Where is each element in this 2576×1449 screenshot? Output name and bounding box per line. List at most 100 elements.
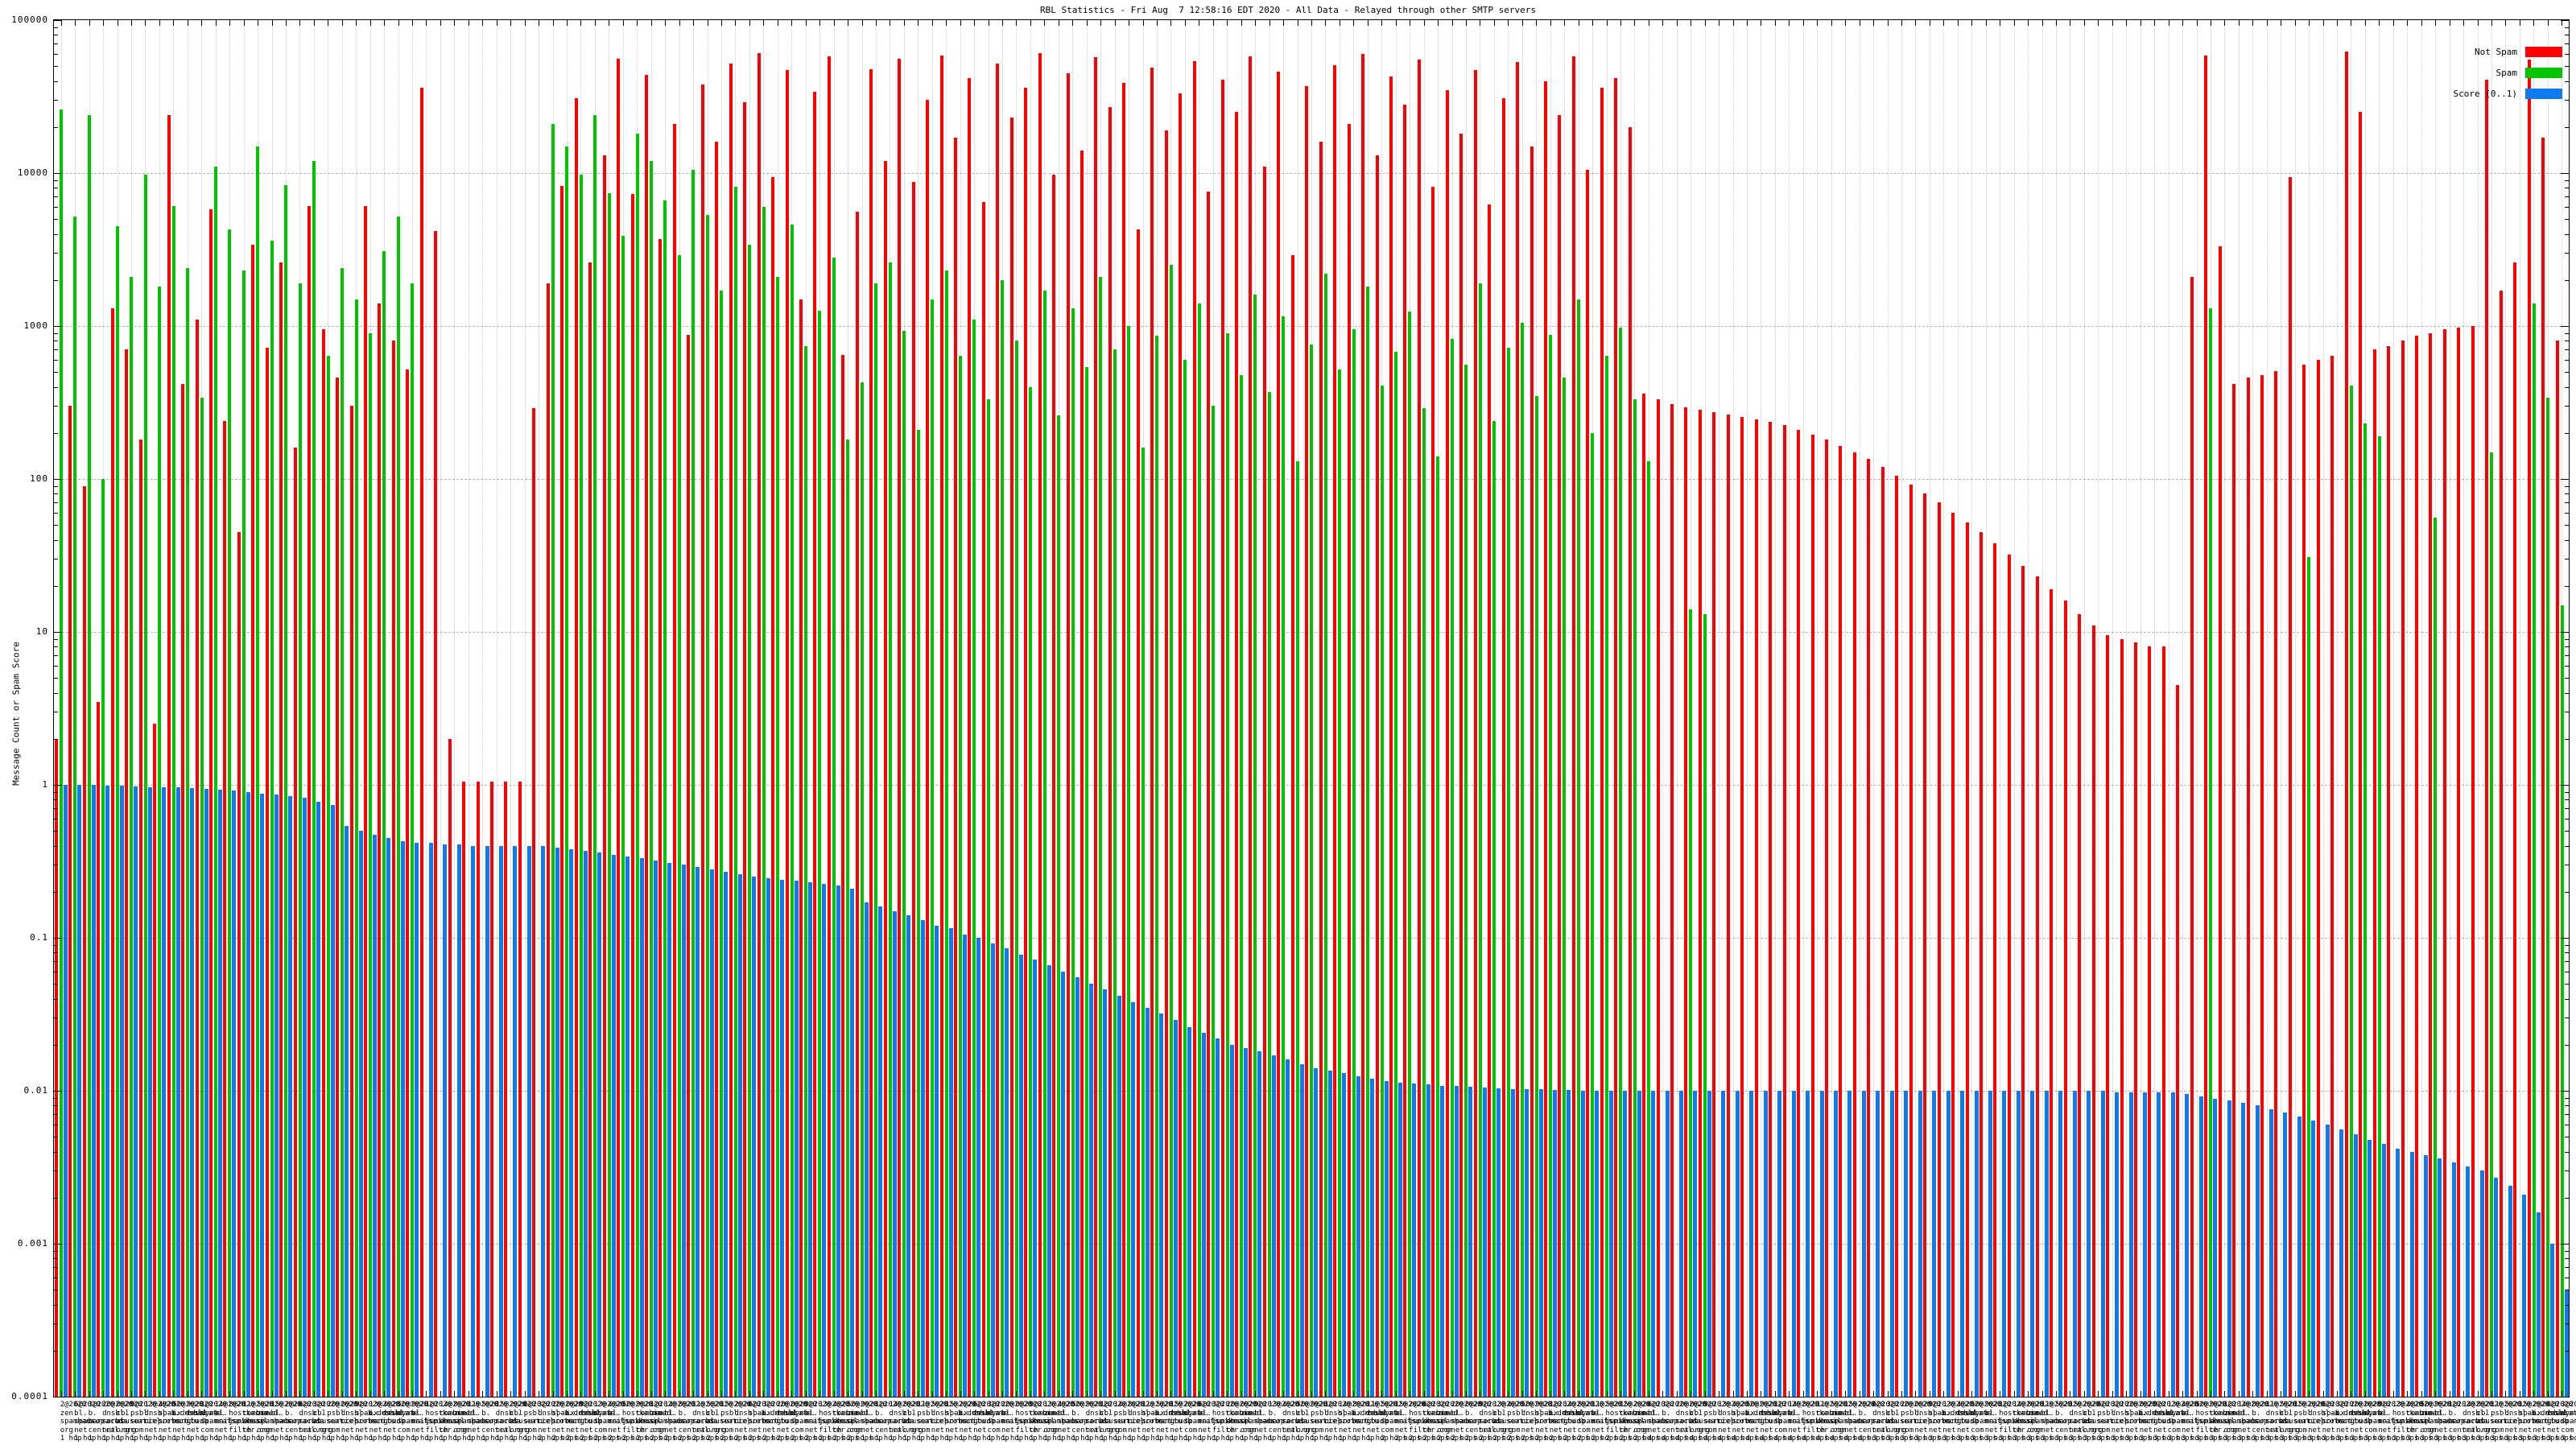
x-tick-top	[2435, 20, 2436, 26]
bar-score	[935, 926, 939, 1397]
bar-spam	[1198, 303, 1201, 1397]
x-tick-bottom	[2224, 1391, 2225, 1397]
x-tick-bottom	[580, 1391, 581, 1397]
bar-score	[1202, 1033, 1206, 1397]
bar-score	[204, 789, 208, 1397]
bar-score	[625, 857, 630, 1397]
bar-score	[1834, 1091, 1838, 1397]
bar-not-spam	[2036, 576, 2039, 1397]
bar-score	[1117, 996, 1121, 1397]
x-tick-bottom	[1789, 1391, 1790, 1397]
x-tick-top	[2182, 20, 2183, 26]
bar-spam	[341, 268, 344, 1397]
x-tick-bottom	[2252, 1391, 2253, 1397]
y-major-tick	[2561, 785, 2569, 786]
x-tick-top	[2084, 20, 2085, 26]
y-minor-tick	[2565, 502, 2569, 503]
bar-score	[808, 882, 812, 1397]
x-tick-bottom	[595, 1391, 596, 1397]
bar-spam	[1282, 316, 1285, 1397]
bar-spam	[621, 236, 625, 1397]
bar-spam	[734, 187, 737, 1397]
x-tick-top	[693, 20, 694, 26]
x-tick-top	[244, 20, 245, 26]
x-tick-bottom	[482, 1391, 483, 1397]
bar-not-spam	[2008, 555, 2011, 1397]
bar-score	[331, 805, 335, 1397]
x-tick-top	[1100, 20, 1101, 26]
x-tick-bottom	[1269, 1391, 1270, 1397]
x-gridline	[2252, 20, 2253, 1397]
x-tick-bottom	[1943, 1391, 1944, 1397]
y-minor-tick	[54, 666, 58, 667]
y-tick-label: 0.0001	[0, 1391, 48, 1402]
x-tick-bottom	[1100, 1391, 1101, 1397]
x-tick-top	[2239, 20, 2240, 26]
y-major-tick	[54, 785, 62, 786]
bar-not-spam	[1165, 130, 1168, 1397]
x-tick-top	[1381, 20, 1382, 26]
bar-not-spam	[1867, 459, 1870, 1397]
y-minor-tick	[54, 525, 58, 526]
x-tick-bottom	[1817, 1391, 1818, 1397]
bar-not-spam	[196, 320, 199, 1397]
bar-spam	[1703, 614, 1707, 1397]
bar-spam	[2350, 386, 2353, 1397]
bar-score	[2256, 1105, 2260, 1397]
bar-not-spam	[504, 782, 507, 1397]
x-tick-top	[2014, 20, 2015, 26]
x-tick-top	[440, 20, 441, 26]
x-tick-bottom	[426, 1391, 427, 1397]
bar-score	[1370, 1079, 1374, 1397]
bar-score	[1946, 1091, 1951, 1397]
bar-spam	[2546, 398, 2549, 1397]
x-tick-top	[2042, 20, 2043, 26]
y-minor-tick	[2565, 54, 2569, 55]
bar-not-spam	[2092, 625, 2095, 1397]
bar-score	[1103, 989, 1107, 1397]
x-tick-top	[510, 20, 511, 26]
x-tick-top	[1592, 20, 1593, 26]
y-major-tick	[2561, 479, 2569, 480]
bar-spam	[889, 262, 892, 1397]
bar-score	[105, 786, 109, 1397]
y-minor-tick	[2565, 1198, 2569, 1199]
x-gridline	[2126, 20, 2127, 1397]
x-tick-bottom	[2112, 1391, 2113, 1397]
bar-score	[1314, 1068, 1318, 1397]
bar-not-spam	[322, 329, 325, 1397]
x-tick-top	[2154, 20, 2155, 26]
bar-score	[1398, 1083, 1402, 1397]
x-tick-bottom	[1986, 1391, 1987, 1397]
bar-spam	[242, 270, 246, 1397]
bar-score	[2199, 1096, 2203, 1397]
bar-spam	[397, 217, 400, 1397]
bar-spam	[1099, 277, 1102, 1397]
bar-score	[176, 787, 180, 1397]
x-tick-bottom	[1845, 1391, 1846, 1397]
x-tick-top	[2028, 20, 2029, 26]
bar-score	[1286, 1059, 1290, 1397]
x-tick-top	[61, 20, 62, 26]
bar-score	[2339, 1129, 2343, 1397]
x-tick-bottom	[1564, 1391, 1565, 1397]
x-tick-bottom	[2295, 1391, 2296, 1397]
bar-score	[795, 881, 799, 1397]
x-gridline	[2505, 20, 2506, 1397]
x-tick-top	[2224, 20, 2225, 26]
x-tick-top	[1311, 20, 1312, 26]
bar-spam	[1015, 341, 1018, 1397]
bar-spam	[1619, 328, 1622, 1397]
bar-not-spam	[83, 486, 86, 1397]
bar-not-spam	[2330, 356, 2334, 1397]
bar-not-spam	[1179, 93, 1182, 1397]
y-minor-tick	[2565, 1105, 2569, 1106]
bar-spam	[663, 200, 667, 1397]
spam-swatch	[2525, 68, 2562, 78]
x-tick-top	[2267, 20, 2268, 26]
bar-score	[485, 846, 489, 1397]
x-tick-top	[1831, 20, 1832, 26]
x-tick-bottom	[244, 1391, 245, 1397]
bar-score	[2297, 1117, 2301, 1397]
x-tick-bottom	[1677, 1391, 1678, 1397]
